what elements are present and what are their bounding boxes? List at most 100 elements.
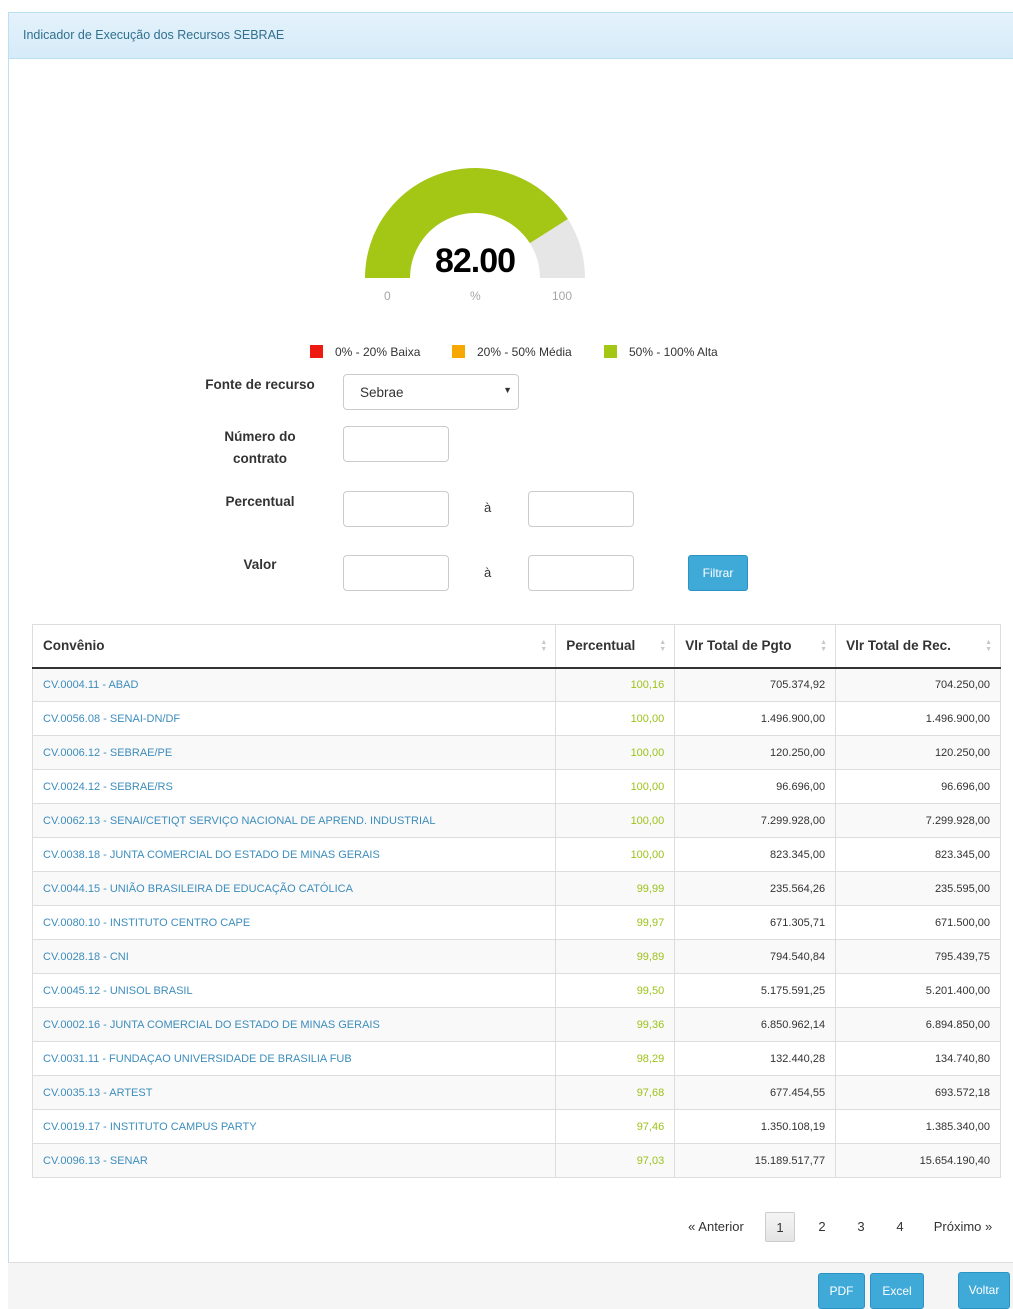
cell-convenio[interactable]: CV.0004.11 - ABAD (31, 667, 557, 702)
cell-percentual: 99,89 (555, 939, 676, 974)
cell-convenio[interactable]: CV.0028.18 - CNI (31, 939, 557, 974)
valor-separator: à (484, 565, 492, 580)
table-row: CV.0056.08 - SENAI-DN/DF 100,00 1.496.900,… (31, 701, 1001, 736)
column-header-vlr-pgto[interactable]: Vlr Total de Pgto ▲ ▼ (674, 624, 837, 669)
column-label: Percentual (566, 638, 636, 654)
cell-percentual: 99,99 (555, 871, 676, 906)
filter-button[interactable]: Filtrar (688, 555, 748, 591)
legend-swatch (452, 345, 465, 358)
table-row: CV.0038.18 - JUNTA COMERCIAL DO ESTADO D… (31, 837, 1001, 872)
cell-convenio[interactable]: CV.0024.12 - SEBRAE/RS (31, 769, 557, 804)
cell-percentual: 100,00 (555, 735, 676, 770)
cell-vlr-pgto: 6.850.962,14 (674, 1007, 837, 1042)
cell-convenio[interactable]: CV.0045.12 - UNISOL BRASIL (31, 973, 557, 1008)
table-row: CV.0080.10 - INSTITUTO CENTRO CAPE 99,97 6… (31, 905, 1001, 940)
cell-percentual: 99,97 (555, 905, 676, 940)
pagination-page-4[interactable]: 4 (886, 1212, 914, 1242)
cell-percentual: 97,46 (555, 1109, 676, 1144)
cell-vlr-rec: 1.496.900,00 (835, 701, 1001, 736)
cell-vlr-pgto: 132.440,28 (674, 1041, 837, 1076)
cell-percentual: 100,00 (555, 837, 676, 872)
column-header-vlr-rec[interactable]: Vlr Total de Rec. ▲ ▼ (835, 624, 1001, 669)
table-row: CV.0028.18 - CNI 99,89 794.540,84 795.439,7… (31, 939, 1001, 974)
legend-label: 20% - 50% Média (477, 345, 572, 359)
gauge-min-label: 0 (384, 289, 391, 303)
cell-percentual: 100,00 (555, 701, 676, 736)
table-row: CV.0035.13 - ARTEST 97,68 677.454,55 693.57… (31, 1075, 1001, 1110)
back-button[interactable]: Voltar (958, 1272, 1010, 1309)
table-row: CV.0062.13 - SENAI/CETIQT SERVIÇO NACION… (31, 803, 1001, 838)
pdf-button[interactable]: PDF (818, 1273, 865, 1309)
column-label: Vlr Total de Rec. (846, 638, 951, 654)
pagination-page-2[interactable]: 2 (808, 1212, 836, 1242)
pagination-next[interactable]: Próximo » (928, 1212, 998, 1242)
cell-convenio[interactable]: CV.0006.12 - SEBRAE/PE (31, 735, 557, 770)
legend-swatch (310, 345, 323, 358)
cell-convenio[interactable]: CV.0035.13 - ARTEST (31, 1075, 557, 1110)
percentual-label: Percentual (225, 494, 295, 509)
pagination-prev[interactable]: « Anterior (680, 1212, 752, 1242)
fonte-select-value: Sebrae (360, 385, 404, 400)
cell-vlr-rec: 235.595,00 (835, 871, 1001, 906)
column-header-percentual[interactable]: Percentual ▲ ▼ (555, 624, 676, 669)
cell-convenio[interactable]: CV.0056.08 - SENAI-DN/DF (31, 701, 557, 736)
sort-icon: ▲ ▼ (659, 639, 667, 653)
table-header-row: Convênio ▲ ▼ Percentual ▲ ▼ Vlr Total de Pgt… (31, 624, 1001, 669)
cell-vlr-rec: 823.345,00 (835, 837, 1001, 872)
valor-label: Valor (243, 557, 277, 572)
cell-vlr-rec: 6.894.850,00 (835, 1007, 1001, 1042)
cell-vlr-rec: 795.439,75 (835, 939, 1001, 974)
cell-vlr-rec: 1.385.340,00 (835, 1109, 1001, 1144)
cell-convenio[interactable]: CV.0062.13 - SENAI/CETIQT SERVIÇO NACION… (31, 803, 557, 838)
cell-percentual: 99,50 (555, 973, 676, 1008)
pagination-page-1[interactable]: 1 (765, 1212, 795, 1242)
valor-from-input[interactable] (343, 555, 449, 591)
contrato-input[interactable] (343, 426, 449, 462)
cell-vlr-rec: 671.500,00 (835, 905, 1001, 940)
gauge-unit-label: % (470, 289, 481, 303)
legend-label: 0% - 20% Baixa (335, 345, 421, 359)
cell-percentual: 99,36 (555, 1007, 676, 1042)
column-label: Vlr Total de Pgto (685, 638, 792, 654)
panel-heading: Indicador de Execução dos Recursos SEBRA… (9, 13, 1013, 59)
chevron-down-icon: ▼ (503, 385, 512, 395)
cell-vlr-pgto: 677.454,55 (674, 1075, 837, 1110)
cell-convenio[interactable]: CV.0002.16 - JUNTA COMERCIAL DO ESTADO D… (31, 1007, 557, 1042)
cell-convenio[interactable]: CV.0019.17 - INSTITUTO CAMPUS PARTY (31, 1109, 557, 1144)
cell-convenio[interactable]: CV.0096.13 - SENAR (31, 1143, 557, 1178)
percentual-to-input[interactable] (528, 491, 634, 527)
cell-convenio[interactable]: CV.0080.10 - INSTITUTO CENTRO CAPE (31, 905, 557, 940)
cell-vlr-rec: 704.250,00 (835, 667, 1001, 702)
fonte-label: Fonte de recurso (205, 377, 315, 392)
table-row: CV.0045.12 - UNISOL BRASIL 99,50 5.175.591… (31, 973, 1001, 1008)
fonte-select[interactable]: Sebrae ▼ (343, 374, 519, 410)
cell-vlr-rec: 693.572,18 (835, 1075, 1001, 1110)
cell-convenio[interactable]: CV.0031.11 - FUNDAÇAO UNIVERSIDADE DE BR… (31, 1041, 557, 1076)
cell-vlr-pgto: 5.175.591,25 (674, 973, 837, 1008)
sort-icon: ▲ ▼ (820, 639, 828, 653)
percentual-from-input[interactable] (343, 491, 449, 527)
cell-vlr-pgto: 120.250,00 (674, 735, 837, 770)
cell-vlr-rec: 120.250,00 (835, 735, 1001, 770)
table-row: CV.0031.11 - FUNDAÇAO UNIVERSIDADE DE BR… (31, 1041, 1001, 1076)
cell-vlr-rec: 96.696,00 (835, 769, 1001, 804)
sort-icon: ▲ ▼ (985, 639, 992, 653)
table-row: CV.0024.12 - SEBRAE/RS 100,00 96.696,00 96.… (31, 769, 1001, 804)
cell-percentual: 100,16 (555, 667, 676, 702)
cell-vlr-pgto: 7.299.928,00 (674, 803, 837, 838)
valor-to-input[interactable] (528, 555, 634, 591)
cell-vlr-pgto: 1.350.108,19 (674, 1109, 837, 1144)
percentual-separator: à (484, 500, 492, 515)
legend-swatch (604, 345, 617, 358)
table-row: CV.0096.13 - SENAR 97,03 15.189.517,77 15.6… (31, 1143, 1001, 1178)
cell-vlr-pgto: 705.374,92 (674, 667, 837, 702)
cell-convenio[interactable]: CV.0044.15 - UNIÃO BRASILEIRA DE EDUCAÇÃ… (31, 871, 557, 906)
excel-button[interactable]: Excel (870, 1273, 924, 1309)
pagination-page-3[interactable]: 3 (847, 1212, 875, 1242)
column-header-convenio[interactable]: Convênio ▲ ▼ (31, 624, 557, 669)
cell-vlr-rec: 7.299.928,00 (835, 803, 1001, 838)
cell-convenio[interactable]: CV.0038.18 - JUNTA COMERCIAL DO ESTADO D… (31, 837, 557, 872)
column-label: Convênio (43, 638, 105, 654)
cell-vlr-pgto: 96.696,00 (674, 769, 837, 804)
cell-vlr-pgto: 671.305,71 (674, 905, 837, 940)
